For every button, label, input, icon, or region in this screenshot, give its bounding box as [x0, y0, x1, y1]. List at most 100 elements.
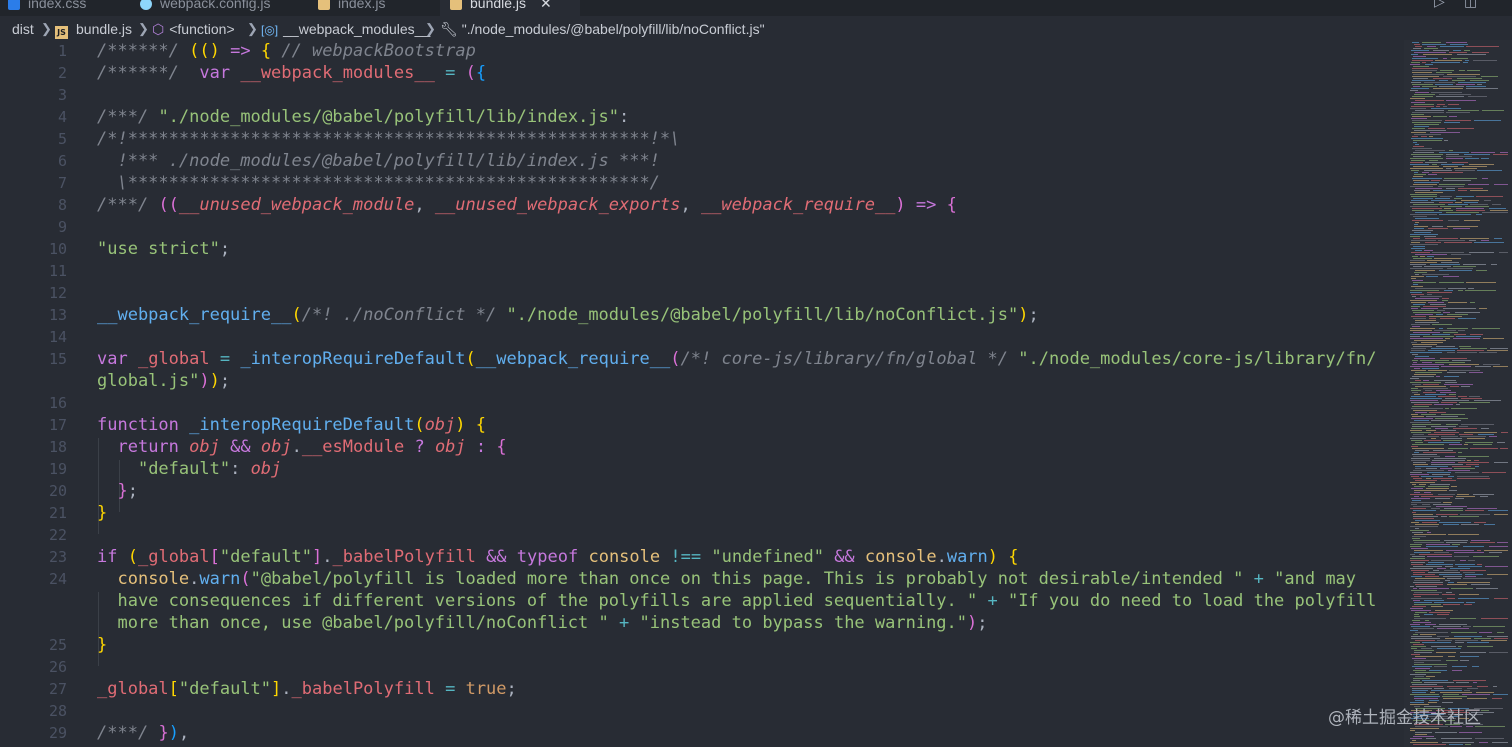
minimap-line [1413, 258, 1432, 259]
minimap-line [1470, 80, 1489, 81]
minimap-line [1443, 576, 1462, 577]
tab-webpack-config[interactable]: webpack.config.js [130, 0, 310, 16]
minimap-line [1467, 646, 1493, 647]
minimap-line [1466, 46, 1499, 47]
minimap-line [1412, 354, 1418, 355]
minimap-line [1423, 452, 1456, 453]
minimap-line [1449, 688, 1462, 689]
minimap-line [1413, 462, 1426, 463]
minimap-line [1460, 514, 1490, 515]
minimap-line [1450, 44, 1468, 45]
minimap-line [1466, 282, 1496, 283]
minimap-line [1426, 488, 1449, 489]
minimap-line [1449, 744, 1463, 745]
minimap-line [1413, 622, 1431, 623]
minimap-line [1433, 478, 1452, 479]
code-line: 24 console.warn("@babel/polyfill is load… [0, 568, 1400, 634]
minimap-line [1456, 196, 1474, 197]
minimap-line [1414, 542, 1444, 543]
minimap-line [1443, 106, 1447, 107]
minimap-line [1459, 594, 1479, 595]
tab-index-css[interactable]: index.css [0, 0, 126, 16]
line-number: 1 [57, 42, 67, 60]
minimap-line [1412, 658, 1426, 659]
minimap-line [1446, 154, 1459, 155]
line-number: 25 [48, 636, 67, 654]
minimap-line [1460, 660, 1469, 661]
minimap-line [1428, 350, 1455, 351]
close-icon[interactable]: ✕ [540, 0, 552, 11]
split-editor-icon[interactable]: ◫ [1464, 0, 1477, 10]
minimap-line [1430, 264, 1460, 265]
tab-label: webpack.config.js [160, 0, 271, 11]
minimap-line [1448, 110, 1479, 111]
minimap-line [1411, 522, 1419, 523]
minimap-line [1410, 328, 1435, 329]
minimap-line [1450, 618, 1476, 619]
minimap-line [1414, 226, 1428, 227]
minimap-line [1458, 598, 1489, 599]
minimap-line [1455, 642, 1464, 643]
minimap-line [1411, 278, 1416, 279]
minimap-line [1432, 164, 1437, 165]
tab-index-js[interactable]: index.js [308, 0, 440, 16]
minimap-line [1414, 374, 1436, 375]
minimap-line [1444, 140, 1448, 141]
breadcrumb-key[interactable]: 🔧︎ "./node_modules/@babel/polyfill/lib/no… [440, 20, 765, 38]
minimap-line [1439, 328, 1443, 329]
minimap-line [1431, 508, 1440, 509]
cube-icon: ⬡ [152, 21, 165, 37]
minimap-line [1443, 308, 1476, 309]
minimap-line [1482, 472, 1506, 473]
breadcrumb-function[interactable]: ⬡ <function> [152, 20, 235, 38]
line-number: 4 [57, 108, 67, 126]
minimap-line [1438, 240, 1465, 241]
code-text: /***/ }), [97, 723, 190, 743]
minimap-line [1455, 472, 1479, 473]
breadcrumb-file[interactable]: JS bundle.js [55, 20, 132, 39]
minimap-line [1413, 362, 1417, 363]
breadcrumb-folder[interactable]: dist [12, 20, 34, 38]
minimap-line [1414, 124, 1439, 125]
minimap-line [1431, 560, 1455, 561]
minimap-line [1410, 438, 1426, 439]
minimap-line [1410, 244, 1438, 245]
minimap-line [1425, 624, 1436, 625]
minimap-line [1427, 256, 1434, 257]
minimap-line [1466, 602, 1475, 603]
minimap-line [1446, 100, 1476, 101]
minimap-line [1474, 400, 1501, 401]
minimap-line [1458, 188, 1483, 189]
minimap-line [1446, 212, 1479, 213]
code-line: 6 !*** ./node_modules/@babel/polyfill/li… [0, 150, 1400, 172]
code-editor[interactable]: 1 /******/ (() => { // webpackBootstrap 2… [0, 40, 1400, 747]
minimap-line [1451, 588, 1473, 589]
minimap-line [1422, 44, 1446, 45]
breadcrumb-modules[interactable]: [◎] __webpack_modules__ [261, 20, 430, 39]
code-line: 16 [0, 392, 1400, 414]
minimap-line [1445, 566, 1453, 567]
minimap-line [1411, 170, 1419, 171]
minimap-line [1415, 480, 1437, 481]
minimap-line [1434, 458, 1466, 459]
code-line: 22 [0, 524, 1400, 546]
minimap-line [1410, 544, 1422, 545]
minimap-line [1459, 70, 1465, 71]
minimap[interactable] [1404, 40, 1512, 747]
minimap-line [1430, 692, 1435, 693]
minimap-line [1437, 636, 1449, 637]
minimap-line [1415, 412, 1427, 413]
minimap-line [1470, 448, 1498, 449]
minimap-line [1415, 298, 1439, 299]
code-text: _global["default"]._babelPolyfill = true… [97, 679, 517, 699]
code-text: var _global = _interopRequireDefault(__w… [97, 349, 1377, 391]
minimap-line [1412, 70, 1437, 71]
tab-bundle-js[interactable]: bundle.js ✕ [440, 0, 580, 16]
minimap-line [1487, 574, 1508, 575]
run-icon[interactable]: ▷ [1434, 0, 1445, 10]
minimap-line [1414, 368, 1420, 369]
minimap-line [1451, 58, 1468, 59]
line-number: 24 [48, 570, 67, 588]
minimap-line [1414, 616, 1420, 617]
minimap-line [1411, 562, 1425, 563]
